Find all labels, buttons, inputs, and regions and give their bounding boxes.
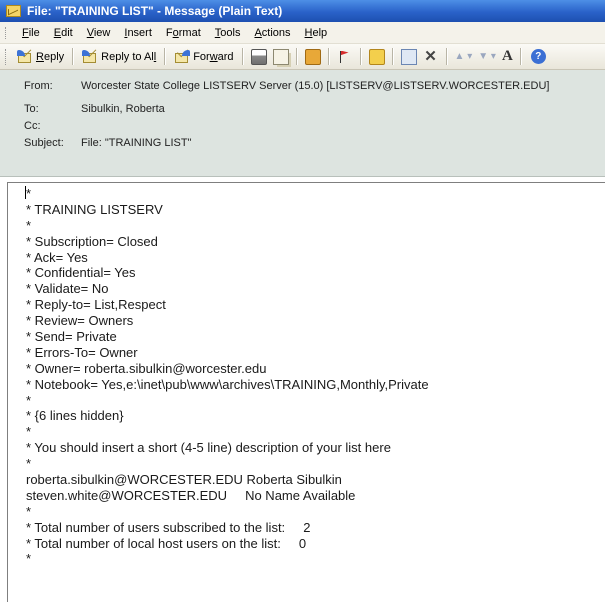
subject-value: File: "TRAINING LIST" <box>81 137 192 149</box>
body-line: * <box>26 503 32 519</box>
menu-grip[interactable] <box>5 26 9 39</box>
toolbar-separator <box>164 48 167 65</box>
categorize-icon[interactable] <box>368 48 385 65</box>
toolbar-separator <box>445 48 448 65</box>
forward-icon <box>174 49 191 64</box>
reply-all-button[interactable]: Reply to All <box>78 47 160 67</box>
body-line: * Notebook= Yes,e:\inet\pub\www\archives… <box>26 376 429 392</box>
menu-format[interactable]: Format <box>159 27 208 39</box>
subject-label: Subject: <box>24 137 64 149</box>
reply-button[interactable]: Reply <box>13 47 68 67</box>
menu-view[interactable]: View <box>80 27 118 39</box>
follow-up-flag-icon[interactable] <box>337 49 353 65</box>
next-item-icon[interactable]: ▼ ▾ <box>478 51 496 62</box>
body-line: * Reply-to= List,Respect <box>26 297 166 313</box>
body-line: * {6 lines hidden} <box>26 408 124 424</box>
body-line: * Validate= No <box>26 281 109 297</box>
menu-bar: File Edit View Insert Format Tools Actio… <box>0 22 605 44</box>
toolbar-separator <box>519 48 522 65</box>
body-line: * Total number of users subscribed to th… <box>26 519 311 535</box>
toolbar-separator <box>72 48 75 65</box>
body-line: * Confidential= Yes <box>26 265 136 281</box>
toolbar-grip[interactable] <box>5 48 9 65</box>
body-line: * Total number of local host users on th… <box>26 535 307 551</box>
body-line: * TRAINING LISTSERV <box>26 201 163 217</box>
reply-all-icon <box>82 49 98 64</box>
toolbar-separator <box>391 48 394 65</box>
standard-toolbar: Reply Reply to All Forward ✕ ▲ ▾ ▼ ▾ A ? <box>0 44 605 70</box>
to-value[interactable]: Sibulkin, Roberta <box>81 103 165 115</box>
cc-label: Cc: <box>24 120 41 132</box>
to-label: To: <box>24 103 39 115</box>
body-line: * Send= Private <box>26 329 117 345</box>
toolbar-separator <box>295 48 298 65</box>
menu-insert[interactable]: Insert <box>117 27 159 39</box>
body-line: * Subscription= Closed <box>26 233 158 249</box>
window-title: File: "TRAINING LIST" - Message (Plain T… <box>27 4 283 18</box>
body-line: * Owner= roberta.sibulkin@worcester.edu <box>26 360 267 376</box>
menu-actions[interactable]: Actions <box>247 27 297 39</box>
body-line: * <box>26 424 32 440</box>
copy-to-folder-icon[interactable] <box>272 48 289 65</box>
body-line: * Ack= Yes <box>26 249 88 265</box>
toolbar-separator <box>241 48 244 65</box>
body-line: * <box>26 186 32 201</box>
body-lines: * * TRAINING LISTSERV * * Subscription= … <box>26 186 429 567</box>
toolbar-separator <box>359 48 362 65</box>
font-size-icon[interactable]: A <box>502 48 513 65</box>
rules-icon[interactable] <box>400 48 417 65</box>
menu-file[interactable]: File <box>15 27 47 39</box>
menu-help[interactable]: Help <box>298 27 335 39</box>
forward-button[interactable]: Forward <box>170 47 237 67</box>
body-line: steven.white@WORCESTER.EDU No Name Avail… <box>26 487 356 503</box>
body-line: * Errors-To= Owner <box>26 344 138 360</box>
print-icon[interactable] <box>250 48 267 65</box>
title-bar: File: "TRAINING LIST" - Message (Plain T… <box>0 0 605 22</box>
toolbar-separator <box>327 48 330 65</box>
reply-icon <box>17 49 33 64</box>
help-icon[interactable]: ? <box>530 49 546 64</box>
from-value[interactable]: Worcester State College LISTSERV Server … <box>81 80 549 92</box>
body-line: * You should insert a short (4-5 line) d… <box>26 440 391 456</box>
body-line: * <box>26 392 32 408</box>
message-body[interactable]: * * TRAINING LISTSERV * * Subscription= … <box>7 182 605 602</box>
move-to-folder-icon[interactable] <box>304 48 321 65</box>
menu-tools[interactable]: Tools <box>208 27 248 39</box>
message-envelope-icon <box>6 5 21 17</box>
delete-icon[interactable]: ✕ <box>423 48 439 65</box>
body-line: * Review= Owners <box>26 313 134 329</box>
previous-item-icon[interactable]: ▲ ▾ <box>455 51 473 62</box>
body-line: roberta.sibulkin@WORCESTER.EDU Roberta S… <box>26 472 342 488</box>
message-header: From: Worcester State College LISTSERV S… <box>0 70 605 177</box>
body-line: * <box>26 217 32 233</box>
body-line: * <box>26 551 32 567</box>
from-label: From: <box>24 80 53 92</box>
menu-edit[interactable]: Edit <box>47 27 80 39</box>
body-line: * <box>26 456 32 472</box>
